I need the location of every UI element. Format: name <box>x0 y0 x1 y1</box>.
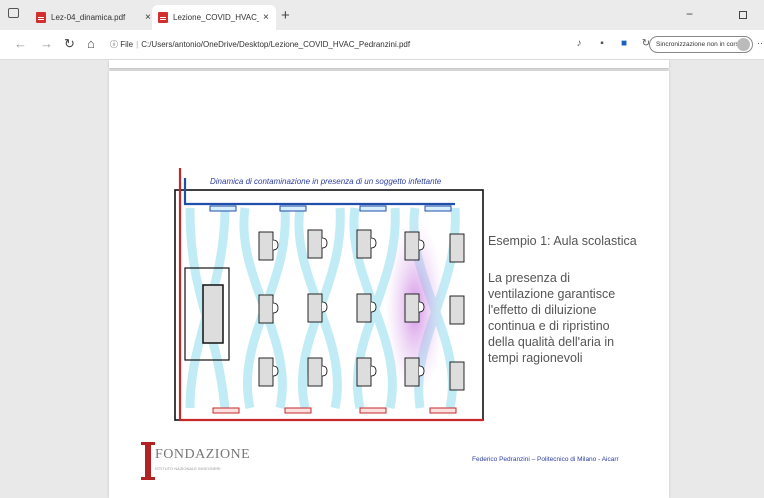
address-bar: ← → ↻ ⌂ ⓘ File | C:/Users/antonio/OneDrive… <box>0 30 764 60</box>
tab-lezione-covid[interactable]: Lezione_COVID_HVAC_Pedranzini × <box>152 5 276 30</box>
sync-label: Sincronizzazione non in corso <box>656 41 743 48</box>
previous-page-edge <box>109 60 669 68</box>
url-field[interactable]: ⓘ File | C:/Users/antonio/OneDrive/Desktop… <box>110 39 410 50</box>
slide-heading: Esempio 1: Aula scolastica <box>488 234 637 248</box>
tab-title: Lezione_COVID_HVAC_Pedranzini <box>173 13 259 22</box>
extension-icon[interactable]: ▪ <box>596 38 608 50</box>
fondazione-logo: FONDAZIONE ISTITUTO NAZIONALE INGEGNERI <box>141 442 265 482</box>
back-icon[interactable]: ← <box>14 36 27 51</box>
url-prefix: File <box>120 40 134 49</box>
tab-bar: Lez-04_dinamica.pdf × Lezione_COVID_HVAC… <box>0 0 764 30</box>
minimize-button[interactable]: − <box>686 7 693 21</box>
body-line: tempi ragionevoli <box>488 351 583 365</box>
maximize-button[interactable] <box>739 11 747 19</box>
body-line: ventilazione garantisce <box>488 287 616 301</box>
home-icon[interactable]: ⌂ <box>87 36 95 51</box>
sync-button[interactable]: Sincronizzazione non in corso <box>649 36 753 53</box>
tab-close-icon[interactable]: × <box>145 12 151 23</box>
body-line: l'effetto di diluizione <box>488 303 597 317</box>
body-line: La presenza di <box>488 271 571 285</box>
shield-icon[interactable]: ■ <box>618 38 630 50</box>
tab-close-icon[interactable]: × <box>263 12 269 23</box>
tab-title: Lez-04_dinamica.pdf <box>51 13 126 22</box>
tab-lez-04[interactable]: Lez-04_dinamica.pdf × <box>30 5 152 30</box>
logo-subtitle: ISTITUTO NAZIONALE INGEGNERI <box>155 466 221 471</box>
reload-icon[interactable]: ↻ <box>64 36 75 52</box>
return-grilles <box>212 407 457 414</box>
more-menu-icon[interactable]: ⋯ <box>757 38 764 49</box>
tab-actions-icon[interactable] <box>8 8 19 18</box>
logo-mark <box>141 442 155 480</box>
forward-icon[interactable]: → <box>40 36 53 51</box>
new-tab-button[interactable]: + <box>281 7 290 24</box>
read-aloud-icon[interactable]: ♪ <box>573 38 585 50</box>
supply-duct <box>183 178 455 206</box>
info-icon: ⓘ <box>110 40 118 49</box>
classroom-diagram <box>174 168 484 422</box>
body-line: della qualità dell'aria in <box>488 335 615 349</box>
slide-body: La presenza di ventilazione garantisce l… <box>488 270 638 366</box>
body-line: continua e di ripristino <box>488 319 610 333</box>
avatar <box>737 38 750 51</box>
slide-footer: Federico Pedranzini – Politecnico di Mil… <box>472 456 619 463</box>
url-text: C:/Users/antonio/OneDrive/Desktop/Lezion… <box>141 40 411 49</box>
logo-name: FONDAZIONE <box>155 447 251 462</box>
pdf-icon <box>158 12 168 23</box>
pdf-icon <box>36 12 46 23</box>
teacher-desk <box>202 284 224 344</box>
